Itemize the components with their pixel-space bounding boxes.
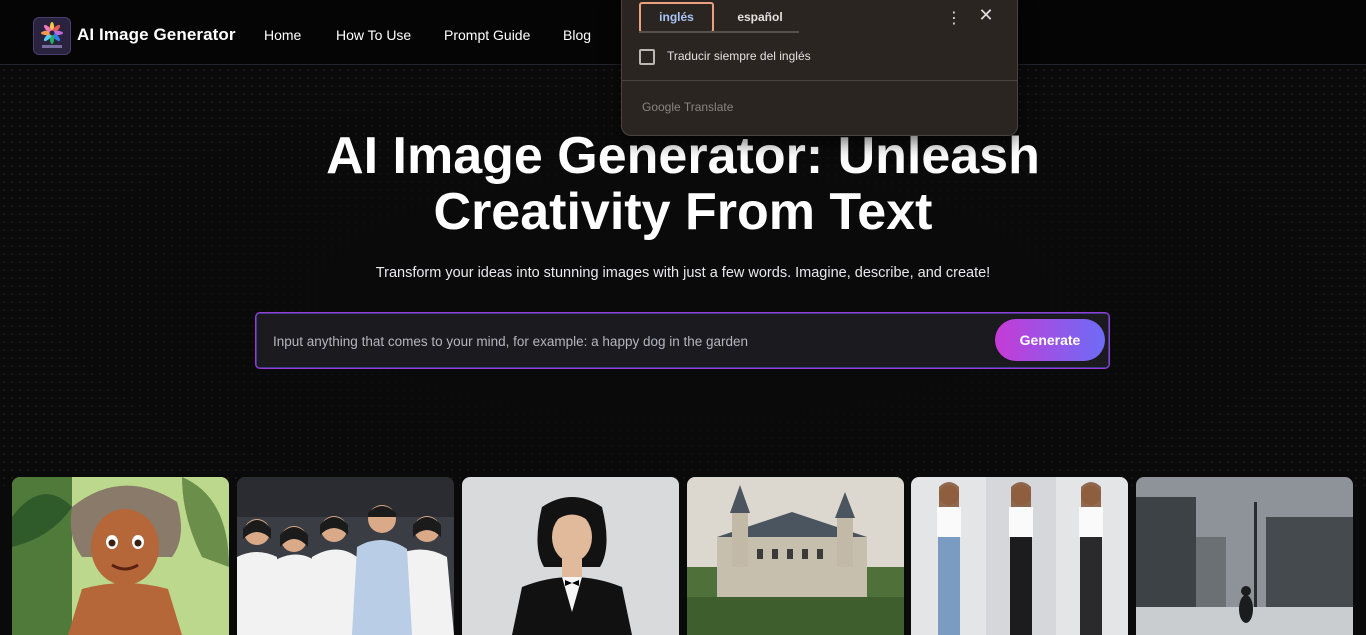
logo[interactable] bbox=[33, 17, 71, 55]
always-translate-label[interactable]: Traducir siempre del inglés bbox=[667, 49, 811, 63]
foggy-city-street-image bbox=[1136, 477, 1353, 635]
prompt-input[interactable] bbox=[271, 321, 995, 361]
generate-button[interactable]: Generate bbox=[995, 319, 1105, 361]
gallery-image-three-women[interactable] bbox=[911, 477, 1128, 635]
divider bbox=[622, 80, 1017, 81]
gallery-image-tuxedo-woman[interactable] bbox=[462, 477, 679, 635]
tab-target-language[interactable]: español bbox=[724, 2, 796, 32]
tab-source-language[interactable]: inglés bbox=[639, 2, 714, 33]
always-translate-checkbox[interactable] bbox=[639, 49, 655, 65]
brand-name[interactable]: AI Image Generator bbox=[77, 25, 236, 45]
nav-prompt-guide[interactable]: Prompt Guide bbox=[444, 27, 530, 43]
nav-blog[interactable]: Blog bbox=[563, 27, 591, 43]
translate-popup: inglés español ⋮ ✕ Traducir siempre del … bbox=[621, 0, 1018, 136]
close-icon[interactable]: ✕ bbox=[978, 5, 994, 26]
nav-how-to-use[interactable]: How To Use bbox=[336, 27, 411, 43]
gallery-image-castle[interactable] bbox=[687, 477, 904, 635]
prompt-box: Generate bbox=[255, 312, 1110, 369]
tab-underline bbox=[639, 31, 799, 33]
group-of-office-workers-image bbox=[237, 477, 454, 635]
page-title-line-2: Creativity From Text bbox=[433, 183, 933, 241]
nav-home[interactable]: Home bbox=[264, 27, 301, 43]
gallery-image-office-group[interactable] bbox=[237, 477, 454, 635]
gallery-image-jungle-boy[interactable] bbox=[12, 477, 229, 635]
page-title-line-1: AI Image Generator: Unleash bbox=[326, 127, 1040, 185]
page-subtitle: Transform your ideas into stunning image… bbox=[375, 265, 991, 281]
jungle-boy-cartoon-image bbox=[12, 477, 229, 635]
three-women-posing-image bbox=[911, 477, 1128, 635]
page-title: AI Image Generator: Unleash Creativity F… bbox=[183, 128, 1183, 240]
colorful-flower-logo-icon bbox=[41, 22, 63, 48]
more-vert-icon[interactable]: ⋮ bbox=[946, 8, 962, 28]
woman-in-tuxedo-image bbox=[462, 477, 679, 635]
chateau-castle-image bbox=[687, 477, 904, 635]
gallery-image-foggy-city[interactable] bbox=[1136, 477, 1353, 635]
google-translate-label: Google Translate bbox=[642, 100, 734, 114]
